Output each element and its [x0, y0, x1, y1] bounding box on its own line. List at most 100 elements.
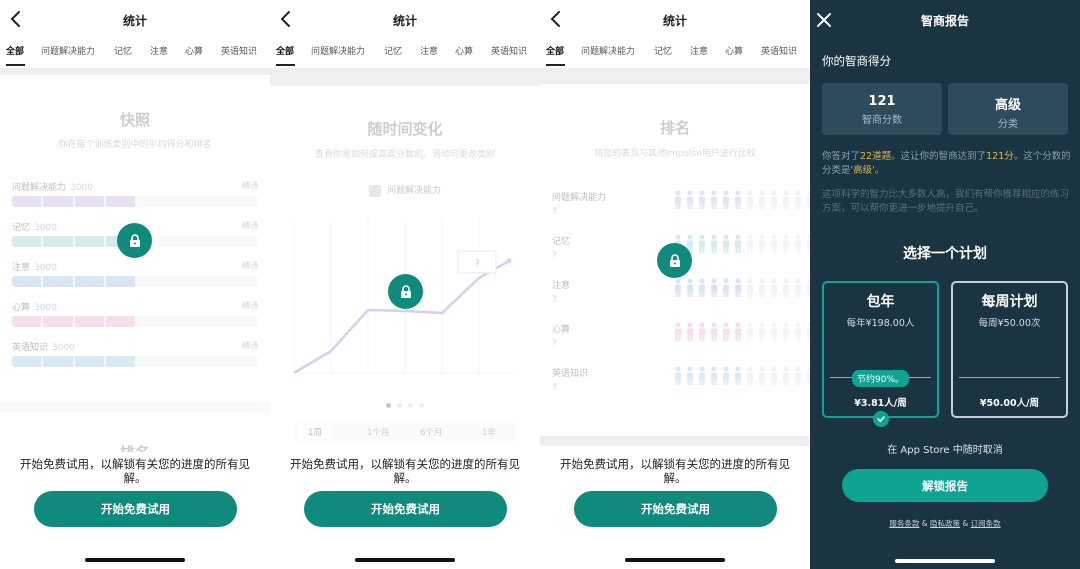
iq-score-value: 121: [868, 94, 896, 109]
para-highlight: '高级': [850, 165, 875, 176]
ranking-row: 注意?: [552, 278, 810, 305]
tab-problem-solving[interactable]: 问题解决能力: [311, 44, 365, 57]
category-name: 记忆: [12, 223, 31, 233]
person-icon: [747, 234, 753, 253]
tab-english[interactable]: 英语知识: [221, 44, 257, 57]
privacy-link[interactable]: 隐私政策: [930, 519, 960, 528]
lock-icon: [400, 284, 411, 298]
para-text: 你答对了: [822, 151, 861, 162]
category-label: 注意 3000: [12, 260, 57, 273]
para-text: 。这让你的智商达到了: [891, 151, 987, 162]
lock-badge[interactable]: [117, 223, 152, 258]
selected-check-icon: [873, 411, 889, 427]
lock-icon: [129, 233, 140, 247]
lock-badge[interactable]: [657, 243, 692, 278]
tab-memory[interactable]: 记忆: [384, 44, 402, 57]
category-score: 3000: [70, 183, 93, 193]
unlock-report-button[interactable]: 解锁报告: [842, 469, 1048, 502]
separator: &: [960, 519, 971, 528]
tab-english[interactable]: 英语知识: [761, 44, 797, 57]
tab-mental-math[interactable]: 心算: [455, 44, 473, 57]
start-free-trial-button[interactable]: 开始免费试用: [574, 491, 777, 527]
puzzle-icon: [368, 184, 381, 197]
progress-segment: [12, 316, 42, 327]
start-free-trial-button[interactable]: 开始免费试用: [34, 491, 237, 527]
header: 统计: [540, 0, 810, 40]
range-selector: 1周 1个月 6个月 1年: [294, 423, 516, 441]
person-icon: [699, 190, 705, 209]
progress-segment: [43, 236, 73, 247]
range-1-year[interactable]: 1年: [482, 426, 496, 438]
tab-memory[interactable]: 记忆: [654, 44, 672, 57]
tab-all[interactable]: 全部: [6, 44, 24, 57]
category-name: 英语知识: [12, 343, 49, 353]
category-label: 英语知识 3000: [12, 340, 75, 353]
tab-mental-math[interactable]: 心算: [725, 44, 743, 57]
choose-plan-title: 选择一个计划: [903, 246, 987, 262]
person-icon: [723, 366, 729, 385]
terms-link[interactable]: 服务条款: [889, 519, 919, 528]
page-dot: [408, 403, 413, 408]
person-icon: [771, 366, 777, 385]
plan-yearly-option[interactable]: 包年 每年¥198.00人 节约90%。 ¥3.81人/周: [822, 281, 939, 427]
tab-all[interactable]: 全部: [276, 44, 294, 57]
tab-problem-solving[interactable]: 问题解决能力: [581, 44, 635, 57]
classification-card: 高级 分类: [948, 83, 1068, 135]
trend-subtitle: 查看你是如何提高高分数的。滑动可更改类别: [314, 150, 495, 160]
tab-attention[interactable]: 注意: [420, 44, 438, 57]
home-indicator: [355, 558, 455, 562]
level-label: 精通: [242, 341, 258, 350]
person-icon: [699, 322, 705, 341]
divider: [0, 68, 270, 75]
page-title: 统计: [662, 14, 687, 28]
para-highlight: 22道题: [860, 151, 892, 162]
category-label: 记忆 3000: [12, 220, 57, 233]
range-1-month[interactable]: 1个月: [367, 426, 389, 438]
page-title: 统计: [392, 14, 417, 28]
person-icon: [747, 190, 753, 209]
para-text: 。: [874, 165, 885, 176]
progress-segment: [12, 276, 42, 287]
tab-all[interactable]: 全部: [546, 44, 564, 57]
tab-problem-solving[interactable]: 问题解决能力: [41, 44, 95, 57]
active-tab-indicator: [276, 64, 295, 66]
category-chip[interactable]: 问题解决能力: [270, 183, 540, 197]
iq-report-screen: 智商报告 你的智商得分 121 智商分数 高级 分类 你答对了22道题。这让你的…: [810, 0, 1080, 569]
snapshot-title: 快照: [119, 111, 150, 129]
tab-attention[interactable]: 注意: [690, 44, 708, 57]
person-icon: [759, 278, 765, 297]
subscription-terms-link[interactable]: 订阅条款: [971, 519, 1001, 528]
person-icon: [783, 278, 789, 297]
range-6-months[interactable]: 6个月: [420, 426, 442, 438]
level-label: 精通: [242, 181, 258, 190]
trend-title: 随时间变化: [367, 120, 443, 138]
page-dots: [270, 393, 540, 412]
category-score: 3000: [34, 303, 57, 313]
page-dot: [397, 403, 402, 408]
people-row: [674, 322, 810, 342]
iq-score-card: 121 智商分数: [822, 83, 942, 135]
classification-caption: 分类: [998, 119, 1018, 130]
people-row: [674, 234, 810, 254]
tab-english[interactable]: 英语知识: [491, 44, 527, 57]
person-icon: [723, 190, 729, 209]
category-name: 问题解决能力: [12, 183, 67, 193]
progress-segment: [105, 316, 135, 327]
person-icon: [723, 234, 729, 253]
start-free-trial-button[interactable]: 开始免费试用: [304, 491, 507, 527]
person-icon: [783, 190, 789, 209]
plan-weekly-option[interactable]: 每周计划 每周¥50.00次 ¥50.00人/周: [951, 281, 1068, 418]
divider: [540, 436, 810, 446]
lock-badge[interactable]: [388, 274, 423, 309]
report-title: 智商报告: [920, 14, 969, 28]
range-1-week[interactable]: 1周: [298, 425, 332, 439]
legal-links: 服务条款 & 隐私政策 & 订阅条款: [810, 518, 1080, 529]
tab-attention[interactable]: 注意: [150, 44, 168, 57]
level-label: 精通: [242, 221, 258, 230]
person-icon: [771, 322, 777, 341]
tab-memory[interactable]: 记忆: [114, 44, 132, 57]
plan-weekly-price: ¥50.00人/周: [979, 398, 1040, 409]
tab-mental-math[interactable]: 心算: [185, 44, 203, 57]
person-icon: [687, 278, 693, 297]
person-icon: [759, 190, 765, 209]
